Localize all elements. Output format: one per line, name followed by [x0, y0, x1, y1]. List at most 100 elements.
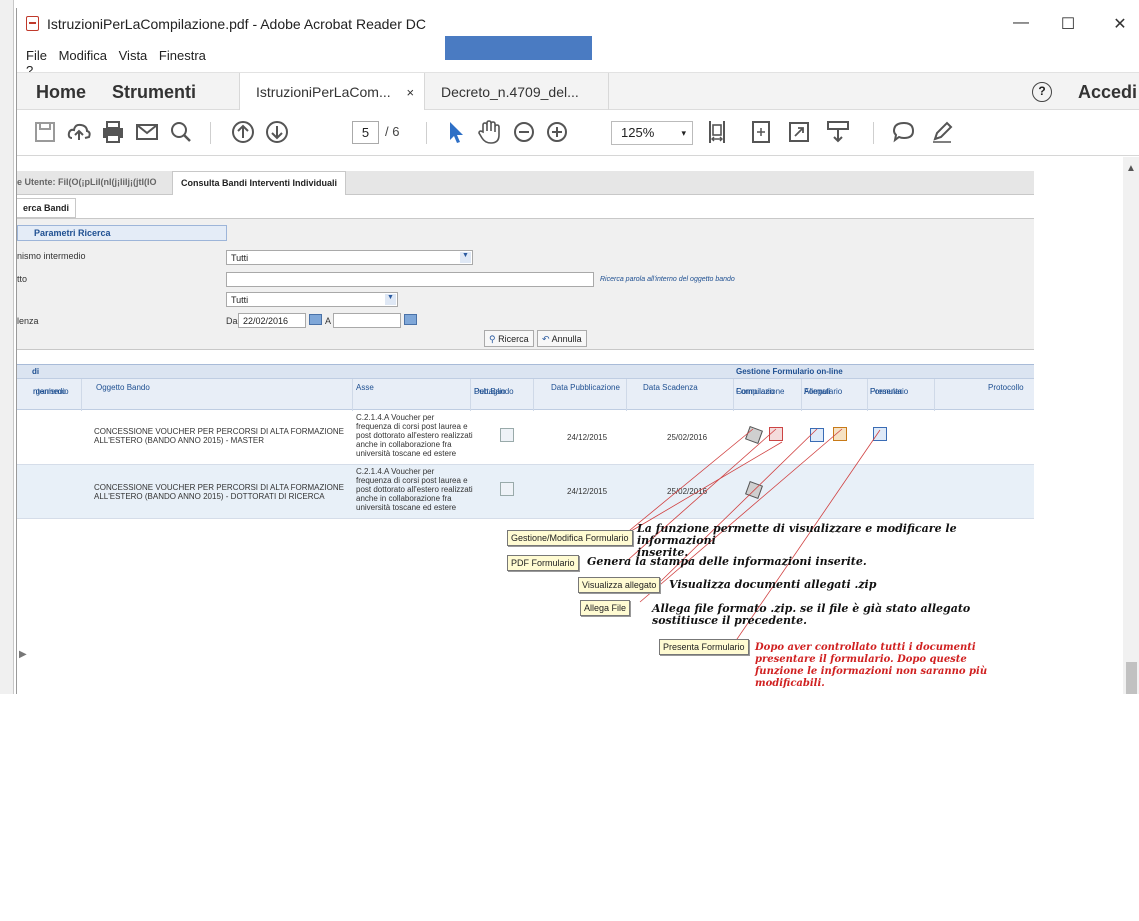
toolbar-separator — [873, 122, 874, 144]
maximize-button[interactable]: ☐ — [1058, 14, 1078, 34]
page-down-icon[interactable] — [263, 118, 291, 146]
oggetto-hint: Ricerca parola all'interno del oggetto b… — [600, 276, 735, 283]
magnifier-icon — [500, 428, 514, 442]
toolbar-separator — [426, 122, 427, 144]
page-up-icon[interactable] — [229, 118, 257, 146]
save-icon[interactable] — [31, 118, 59, 146]
scroll-mode-icon[interactable] — [824, 118, 852, 146]
organismo-value: Tutti — [231, 253, 249, 263]
edit-form-icon — [745, 481, 763, 499]
menu-modifica[interactable]: Modifica — [59, 48, 107, 63]
col-scadenza: Data Scadenza — [643, 383, 698, 392]
col-divider — [733, 379, 734, 411]
col-organismo-line2: ntermedio — [33, 387, 69, 396]
row-asse-line5: università toscane ed estere — [356, 503, 457, 512]
row-asse-line3: post dottorato all'estero realizzati — [356, 431, 473, 440]
note-presenta-line3: funzione le informazioni non saranno più — [755, 666, 988, 677]
row-scadenza: 25/02/2016 — [667, 433, 708, 442]
tools-tab[interactable]: Strumenti — [112, 82, 196, 103]
comment-icon[interactable] — [890, 118, 918, 146]
home-tab[interactable]: Home — [36, 82, 86, 103]
document-tab-decreto[interactable]: Decreto_n.4709_del... — [424, 73, 609, 110]
col-divider — [867, 379, 868, 411]
row-oggetto-line1: CONCESSIONE VOUCHER PER PERCORSI DI ALTA… — [94, 483, 344, 492]
note-allega-line2: sostitiusce il precedente. — [652, 614, 807, 627]
fit-width-icon[interactable] — [703, 118, 731, 146]
email-icon[interactable] — [133, 118, 161, 146]
date-to-input — [333, 313, 401, 328]
col-presenta-line2: Formulario — [870, 387, 909, 396]
menu-vista[interactable]: Vista — [119, 48, 148, 63]
row-oggetto-line2: ALL'ESTERO (BANDO ANNO 2015) - MASTER — [94, 436, 265, 445]
magnifier-icon — [500, 482, 514, 496]
tabs-bar: Home Strumenti IstruzioniPerLaCom... × D… — [17, 72, 1139, 110]
annulla-label: Annulla — [551, 334, 582, 344]
callout-visualizza: Visualizza allegato — [578, 577, 661, 593]
asse-value: Tutti — [231, 295, 249, 305]
chevron-down-icon: ▼ — [385, 294, 396, 305]
results-header: rganismo ntermedio Oggetto Bando Asse Det… — [17, 378, 1034, 411]
chevron-down-icon: ▾ — [681, 128, 686, 138]
results-title: di — [32, 367, 40, 376]
document-tab-label: IstruzioniPerLaCom... — [256, 84, 391, 100]
page-number-input[interactable]: 5 — [352, 121, 379, 144]
scroll-up-icon[interactable]: ▲ — [1126, 163, 1136, 174]
web-tab-consulta: Consulta Bandi Interventi Individuali — [172, 171, 347, 195]
scroll-thumb[interactable] — [1126, 662, 1137, 694]
row-asse-line1: C.2.1.4.A Voucher per — [356, 467, 435, 476]
close-window-button[interactable]: ✕ — [1110, 14, 1130, 34]
note-gestione-line1: La funzione permette di visualizzare e m… — [637, 522, 957, 547]
col-divider — [352, 379, 353, 411]
help-icon[interactable]: ? — [1032, 82, 1052, 102]
vertical-scrollbar[interactable]: ▲ — [1123, 157, 1139, 694]
oggetto-input — [226, 272, 594, 287]
asse-select: Tutti ▼ — [226, 292, 398, 307]
table-row: CONCESSIONE VOUCHER PER PERCORSI DI ALTA… — [17, 465, 1034, 519]
fullscreen-icon[interactable] — [785, 118, 813, 146]
minimize-button[interactable]: — — [1011, 14, 1031, 32]
menu-finestra[interactable]: Finestra — [159, 48, 206, 63]
magnifier-icon: ⚲ — [489, 334, 496, 344]
zoom-in-icon[interactable] — [543, 118, 571, 146]
search-panel: Parametri Ricerca nismo intermedio Tutti… — [17, 218, 1034, 350]
signin-button[interactable]: Accedi — [1078, 82, 1137, 103]
col-divider — [934, 379, 935, 411]
results-title-bar: di Gestione Formulario on-line — [17, 364, 1034, 378]
note-pdf: Genera la stampa delle informazioni inse… — [587, 555, 867, 568]
row-oggetto-line2: ALL'ESTERO (BANDO ANNO 2015) - DOTTORATI… — [94, 492, 325, 501]
note-presenta-line1: Dopo aver controllato tutti i documenti — [755, 642, 976, 653]
col-oggetto: Oggetto Bando — [96, 383, 150, 392]
note-presenta-line2: presentare il formulario. Dopo queste — [755, 654, 967, 665]
document-view[interactable]: e Utente: FiI(O(¡pLiI(nI(j¡IiIj¡(jtI(IO … — [17, 157, 1139, 694]
document-tab-istruzioni[interactable]: IstruzioniPerLaCom... × — [239, 73, 424, 110]
note-gestione: La funzione permette di visualizzare e m… — [637, 523, 1034, 559]
row-asse: C.2.1.4.A Voucher per frequenza di corsi … — [356, 413, 473, 458]
print-icon[interactable] — [99, 118, 127, 146]
col-compilazione-line2: Formulario — [736, 387, 775, 396]
callout-gestione: Gestione/Modifica Formulario — [507, 530, 633, 546]
col-divider — [801, 379, 802, 411]
note-visualizza: Visualizza documenti allegati .zip — [669, 578, 877, 591]
col-protocollo: Protocollo — [988, 383, 1024, 392]
expand-panel-icon[interactable]: ▶ — [19, 649, 27, 660]
row-scadenza: 25/02/2016 — [667, 487, 708, 496]
fit-page-icon[interactable] — [747, 118, 775, 146]
pdf-page-screenshot: e Utente: FiI(O(¡pLiI(nI(j¡IiIj¡(jtI(IO … — [17, 157, 1034, 694]
row-asse-line2: frequenza di corsi post laurea e — [356, 422, 468, 431]
sign-pen-icon[interactable] — [928, 118, 956, 146]
ricerca-label: Ricerca — [498, 334, 529, 344]
upload-icon[interactable] — [65, 118, 93, 146]
menu-file[interactable]: File — [26, 48, 47, 63]
row-asse-line5: università toscane ed estere — [356, 449, 457, 458]
callout-presenta: Presenta Formulario — [659, 639, 749, 655]
attach-file-icon — [833, 427, 847, 441]
select-cursor-icon[interactable] — [441, 118, 469, 146]
hand-tool-icon[interactable] — [475, 118, 503, 146]
zoom-value: 125% — [621, 125, 655, 140]
search-icon[interactable] — [167, 118, 195, 146]
group-header: Gestione Formulario on-line — [736, 367, 843, 376]
col-divider — [81, 379, 82, 411]
zoom-select[interactable]: 125% ▾ — [611, 121, 693, 145]
zoom-out-icon[interactable] — [510, 118, 538, 146]
close-tab-icon[interactable]: × — [407, 85, 415, 100]
